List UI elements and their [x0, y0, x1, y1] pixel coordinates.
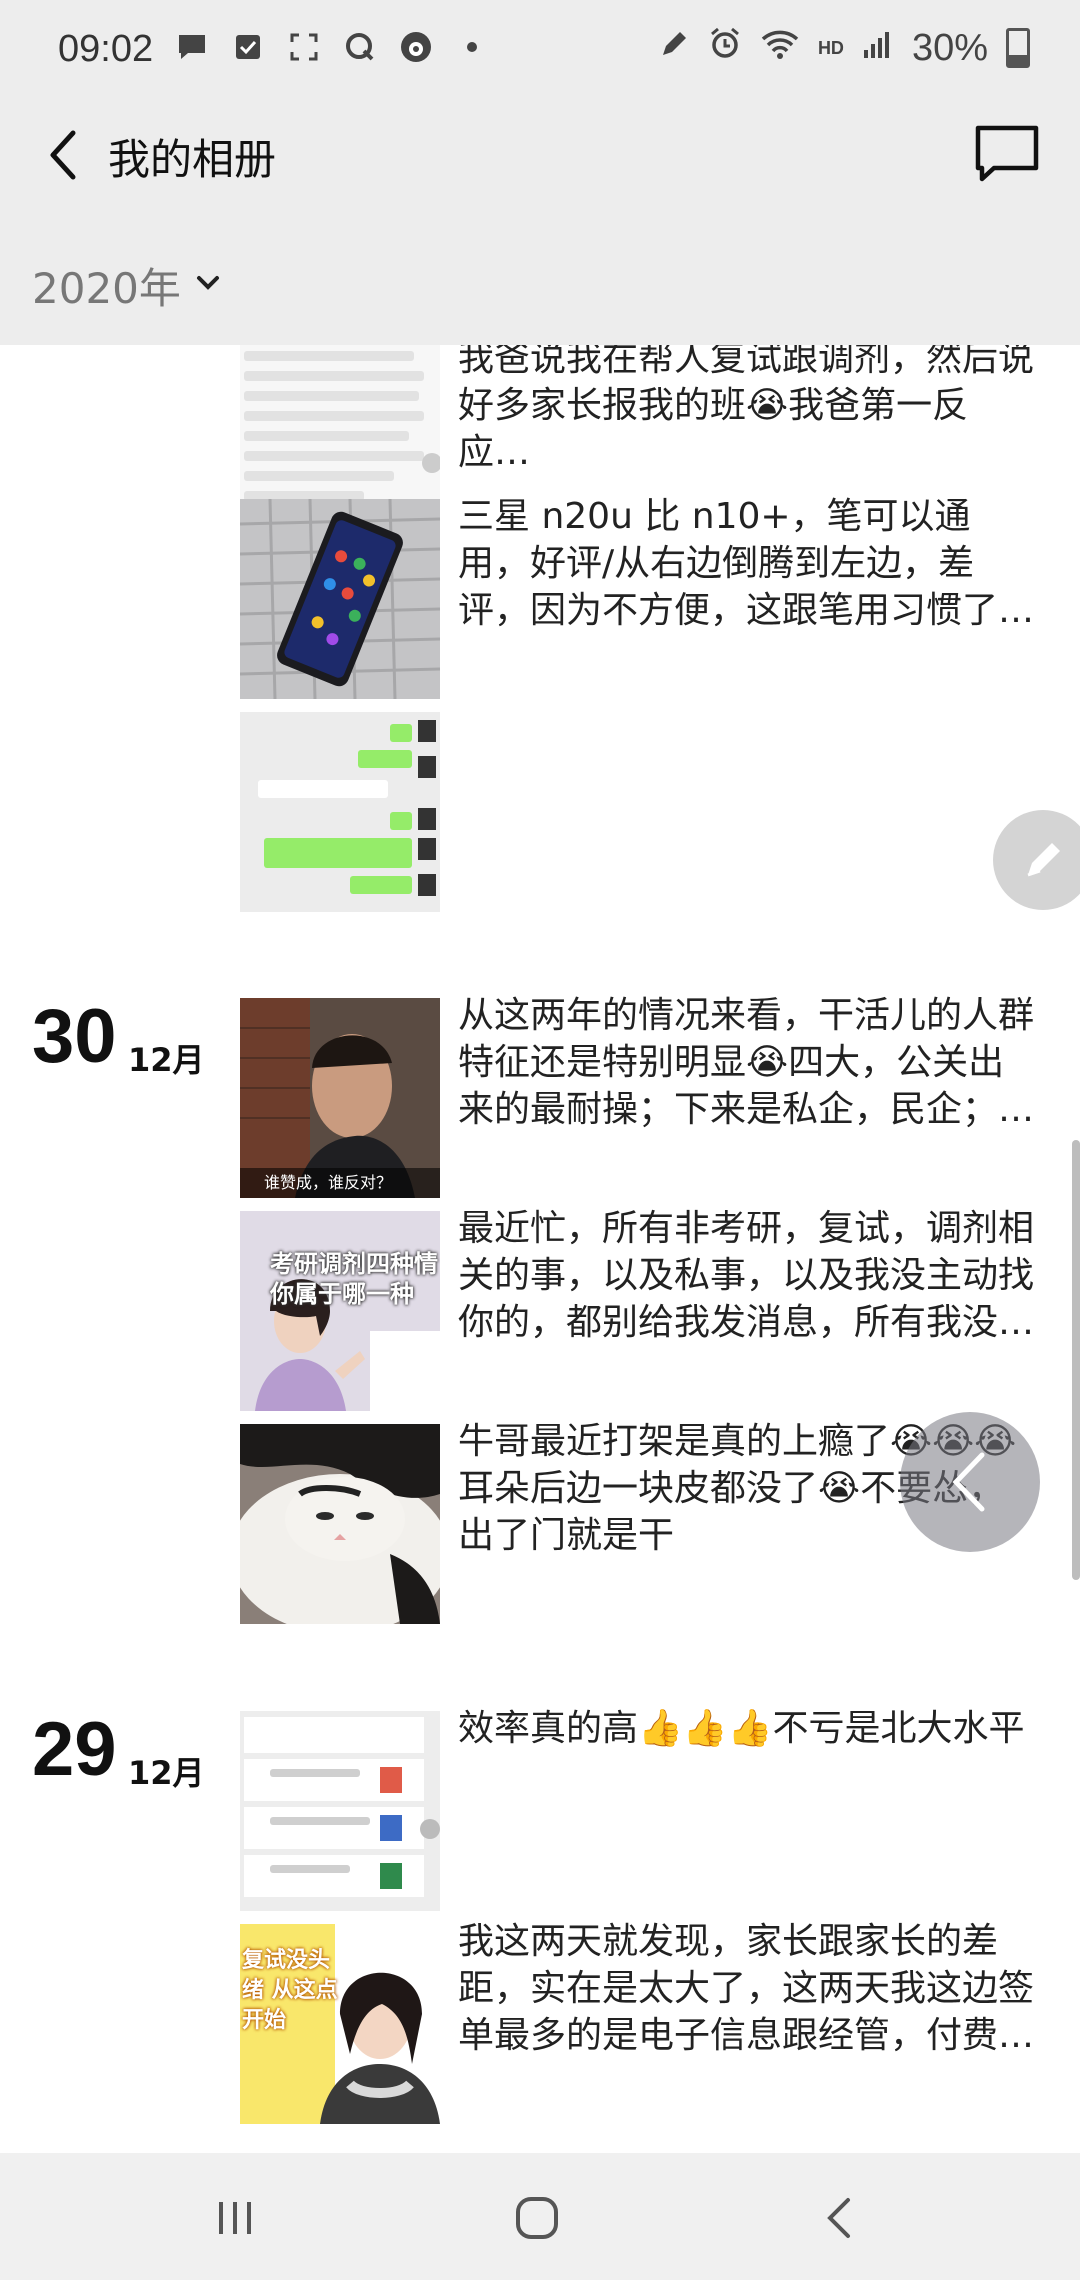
signal-icon — [862, 27, 894, 70]
system-icons: HD 30% — [658, 26, 1030, 70]
pen-icon — [658, 27, 690, 70]
message-icon — [975, 125, 1039, 182]
checkbox-icon — [231, 30, 265, 64]
post-text: 我这两天就发现，家长跟家长的差距，实在是太大了，这两天我这边签单最多的是电子信息… — [458, 1921, 1035, 2056]
recents-button[interactable] — [200, 2183, 270, 2253]
back-arrow-icon — [50, 130, 76, 180]
network-type: HD — [817, 37, 844, 58]
date-month: 12月 — [128, 1041, 205, 1079]
nav-back-button[interactable] — [805, 2183, 875, 2253]
battery-percent: 30% — [911, 26, 988, 69]
recents-icon — [219, 2202, 251, 2234]
screenshot-icon — [287, 30, 321, 64]
dot-icon — [455, 30, 489, 64]
year-filter[interactable]: 2020年 — [0, 210, 1080, 346]
post-thumbnail[interactable]: 复试没头绪 从这点开始 — [240, 1924, 440, 2124]
battery-icon — [1006, 28, 1030, 68]
post-text: 我爸说我在帮人复试跟调剂，然后说好多家长报我的班😭我爸第一反应… — [458, 345, 1035, 473]
album-feed[interactable]: 我爸说我在帮人复试跟调剂，然后说好多家长报我的班😭我爸第一反应… 三星 n20u… — [0, 345, 1080, 2153]
post-thumbnail[interactable]: 考研调剂四种情 你属于哪一种 — [240, 1211, 440, 1411]
home-button[interactable] — [502, 2183, 572, 2253]
page-title: 我的相册 — [108, 135, 277, 184]
messages-button[interactable] — [972, 122, 1042, 186]
post-text: 从这两年的情况来看，干活儿的人群特征还是特别明显😭四大，公关出来的最耐操；下来是… — [458, 995, 1035, 1130]
app-header: 我的相册 — [0, 100, 1080, 210]
wifi-icon — [760, 27, 800, 70]
back-button[interactable] — [28, 120, 98, 190]
year-label: 2020年 — [32, 264, 181, 313]
post-text: 三星 n20u 比 n10+，笔可以通用，好评/从右边倒腾到左边，差评，因为不方… — [458, 496, 1035, 631]
post-thumbnail[interactable] — [240, 712, 440, 912]
home-icon — [516, 2197, 558, 2239]
chat-bubble-icon — [175, 30, 209, 64]
nav-back-icon — [827, 2198, 850, 2238]
alarm-icon — [708, 26, 742, 70]
weibo-icon — [399, 30, 433, 64]
floating-back-icon — [952, 1452, 985, 1512]
edit-pencil-icon — [1027, 843, 1060, 877]
status-time: 09:02 — [58, 28, 154, 70]
list-item[interactable] — [240, 712, 1040, 912]
post-thumbnail[interactable]: 谁赞成，谁反对？ — [240, 998, 440, 1198]
thumbnail-caption: 谁赞成，谁反对？ — [240, 1168, 440, 1198]
thumbnail-caption: 复试没头绪 从这点开始 — [242, 1948, 338, 2033]
list-item[interactable]: 三星 n20u 比 n10+，笔可以通用，好评/从右边倒腾到左边，差评，因为不方… — [240, 496, 1040, 699]
floating-back-button[interactable] — [900, 1412, 1040, 1552]
date-day: 30 — [32, 994, 117, 1079]
post-thumbnail[interactable] — [240, 499, 440, 699]
date-month: 12月 — [128, 1754, 205, 1792]
quik-icon — [343, 30, 377, 64]
date-day: 29 — [32, 1707, 117, 1792]
post-thumbnail[interactable] — [240, 1424, 440, 1624]
notification-icons — [175, 30, 489, 64]
list-item[interactable]: 效率真的高👍👍👍不亏是北大水平 — [240, 1708, 1040, 1911]
list-item[interactable]: 考研调剂四种情 你属于哪一种 最近忙，所有非考研，复试，调剂相关的事，以及私事，… — [240, 1208, 1040, 1411]
list-item[interactable]: 复试没头绪 从这点开始 我这两天就发现，家长跟家长的差距，实在是太大了，这两天我… — [240, 1921, 1040, 2124]
chevron-down-icon — [197, 276, 219, 290]
scrollbar[interactable] — [1072, 1140, 1080, 1580]
post-text: 效率真的高👍👍👍不亏是北大水平 — [458, 1708, 1025, 1749]
post-thumbnail[interactable] — [240, 1711, 440, 1911]
thumbnail-caption: 考研调剂四种情 你属于哪一种 — [270, 1250, 438, 1308]
list-item[interactable]: 谁赞成，谁反对？ 从这两年的情况来看，干活儿的人群特征还是特别明显😭四大，公关出… — [240, 995, 1040, 1198]
status-bar: 09:02 HD 30% — [0, 0, 1080, 100]
post-text: 最近忙，所有非考研，复试，调剂相关的事，以及私事，以及我没主动找你的，都别给我发… — [458, 1208, 1035, 1343]
system-nav-bar — [0, 2153, 1080, 2280]
